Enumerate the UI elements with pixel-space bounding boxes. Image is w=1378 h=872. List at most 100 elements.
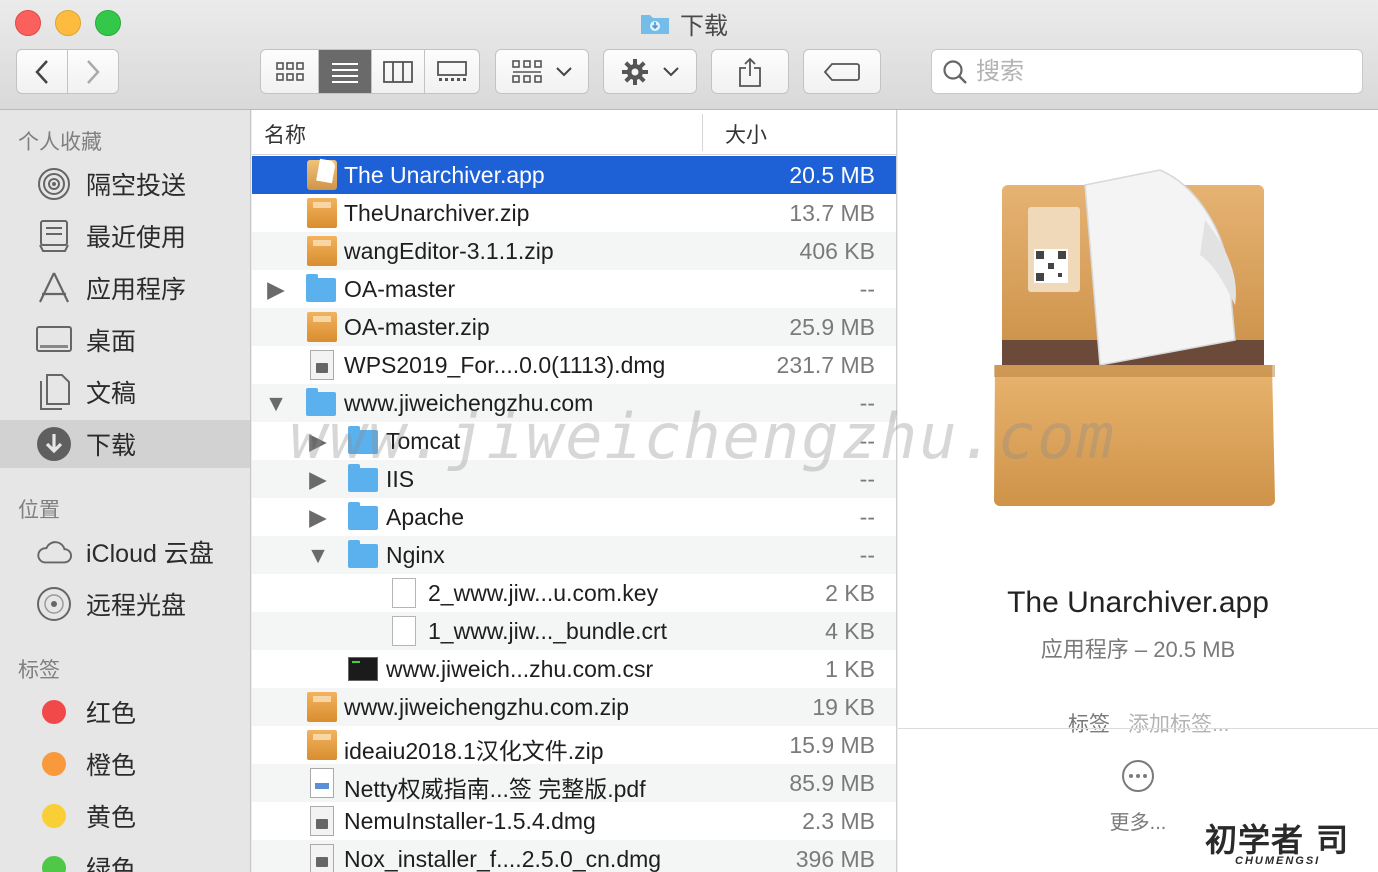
file-row[interactable]: www.jiweichengzhu.com.zip 19 KB	[252, 688, 896, 726]
file-size: 1 KB	[825, 656, 875, 682]
sidebar-tag-yellow[interactable]: 黄色	[0, 792, 250, 840]
file-size: --	[859, 542, 875, 568]
file-row[interactable]: NemuInstaller-1.5.4.dmg 2.3 MB	[252, 802, 896, 840]
disclosure-triangle-collapsed-icon[interactable]: ▶	[266, 276, 286, 302]
search-field[interactable]	[931, 49, 1363, 94]
file-row[interactable]: TheUnarchiver.zip 13.7 MB	[252, 194, 896, 232]
remote-disc-icon	[36, 586, 72, 622]
folder-row[interactable]: ▶ IIS --	[252, 460, 896, 498]
file-name: WPS2019_For....0.0(1113).dmg	[344, 352, 666, 378]
column-divider[interactable]	[702, 114, 703, 151]
search-input[interactable]	[976, 57, 1336, 86]
file-row[interactable]: wangEditor-3.1.1.zip 406 KB	[252, 232, 896, 270]
sidebar-item-label: 橙色	[86, 752, 137, 780]
file-name: ideaiu2018.1汉化文件.zip	[344, 738, 604, 764]
toolbar: 下载	[0, 0, 1378, 110]
sidebar-item-label: 隔空投送	[86, 172, 187, 200]
dmg-icon	[310, 350, 334, 380]
window-title-text: 下载	[680, 12, 728, 40]
file-size: 20.5 MB	[789, 162, 875, 188]
file-row[interactable]: Netty权威指南...签 完整版.pdf 85.9 MB	[252, 764, 896, 802]
add-tags-field[interactable]: 添加标签...	[1128, 708, 1230, 738]
file-size: --	[859, 428, 875, 454]
action-menu-button[interactable]	[603, 49, 697, 94]
app-icon	[307, 160, 337, 190]
document-icon	[392, 616, 416, 646]
file-row[interactable]: The Unarchiver.app 20.5 MB	[252, 156, 896, 194]
size-column-header[interactable]: 大小	[725, 119, 767, 149]
file-row[interactable]: OA-master.zip 25.9 MB	[252, 308, 896, 346]
edit-tags-button[interactable]	[803, 49, 881, 94]
disclosure-triangle-expanded-icon[interactable]: ▼	[265, 390, 288, 416]
sidebar-item-applications[interactable]: 应用程序	[0, 264, 250, 312]
file-name: 1_www.jiw..._bundle.crt	[428, 618, 668, 644]
sidebar-item-airdrop[interactable]: 隔空投送	[0, 160, 250, 208]
file-size: 231.7 MB	[776, 352, 875, 378]
green-tag-dot-icon	[42, 856, 66, 872]
file-row[interactable]: WPS2019_For....0.0(1113).dmg 231.7 MB	[252, 346, 896, 384]
group-by-button[interactable]	[495, 49, 589, 94]
file-name: www.jiweichengzhu.com.zip	[344, 694, 630, 720]
more-ellipsis-icon[interactable]	[1122, 760, 1154, 792]
applications-icon	[36, 270, 72, 306]
file-name: Nox_installer_f....2.5.0_cn.dmg	[344, 846, 662, 872]
disclosure-triangle-collapsed-icon[interactable]: ▶	[308, 428, 328, 454]
disclosure-triangle-expanded-icon[interactable]: ▼	[307, 542, 330, 568]
list-view-button[interactable]	[319, 50, 372, 93]
name-column-header[interactable]: 名称	[264, 119, 306, 149]
sidebar-item-recents[interactable]: 最近使用	[0, 212, 250, 260]
file-row[interactable]: 1_www.jiw..._bundle.crt 4 KB	[252, 612, 896, 650]
sidebar-item-label: 红色	[86, 700, 137, 728]
sidebar: 个人收藏 隔空投送 最近使用 应用程序 桌面 文稿 下载 位置 iCloud 云…	[0, 110, 251, 872]
file-name: OA-master.zip	[344, 314, 490, 340]
forward-button[interactable]	[68, 50, 119, 93]
minimize-window-button[interactable]	[55, 10, 81, 36]
file-row[interactable]: Nox_installer_f....2.5.0_cn.dmg 396 MB	[252, 840, 896, 872]
gallery-view-button[interactable]	[425, 50, 479, 93]
back-button[interactable]	[17, 50, 68, 93]
file-row[interactable]: 2_www.jiw...u.com.key 2 KB	[252, 574, 896, 612]
folder-row[interactable]: ▶ OA-master --	[252, 270, 896, 308]
sidebar-tag-orange[interactable]: 橙色	[0, 740, 250, 788]
sidebar-item-label: 应用程序	[86, 276, 187, 304]
folder-row[interactable]: ▶ Tomcat --	[252, 422, 896, 460]
share-icon	[739, 57, 761, 87]
window-title: 下载	[640, 8, 728, 40]
file-name: wangEditor-3.1.1.zip	[344, 238, 554, 264]
sidebar-tag-green[interactable]: 绿色	[0, 844, 250, 872]
sidebar-item-label: 黄色	[86, 804, 137, 832]
file-row[interactable]: www.jiweich...zhu.com.csr 1 KB	[252, 650, 896, 688]
sidebar-item-label: iCloud 云盘	[86, 540, 214, 568]
icon-view-button[interactable]	[261, 50, 319, 93]
disclosure-triangle-collapsed-icon[interactable]: ▶	[308, 466, 328, 492]
file-name: Netty权威指南...签 完整版.pdf	[344, 776, 646, 802]
folder-row[interactable]: ▼ www.jiweichengzhu.com --	[252, 384, 896, 422]
column-view-button[interactable]	[372, 50, 425, 93]
sidebar-item-desktop[interactable]: 桌面	[0, 316, 250, 364]
share-button[interactable]	[711, 49, 789, 94]
file-size: 13.7 MB	[789, 200, 875, 226]
sidebar-section-favorites: 个人收藏	[18, 131, 102, 154]
file-size: --	[859, 466, 875, 492]
folder-row[interactable]: ▼ Nginx --	[252, 536, 896, 574]
file-name: www.jiweichengzhu.com	[344, 390, 594, 416]
file-size: 85.9 MB	[789, 770, 875, 796]
close-window-button[interactable]	[15, 10, 41, 36]
yellow-tag-dot-icon	[42, 804, 66, 828]
disclosure-triangle-collapsed-icon[interactable]: ▶	[308, 504, 328, 530]
sidebar-item-downloads[interactable]: 下载	[0, 420, 250, 468]
sidebar-item-documents[interactable]: 文稿	[0, 368, 250, 416]
file-row[interactable]: ideaiu2018.1汉化文件.zip 15.9 MB	[252, 726, 896, 764]
pdf-icon	[310, 768, 334, 798]
downloads-folder-icon	[641, 15, 669, 34]
folder-row[interactable]: ▶ Apache --	[252, 498, 896, 536]
sidebar-item-icloud[interactable]: iCloud 云盘	[0, 528, 250, 576]
dmg-icon	[310, 806, 334, 836]
zip-icon	[307, 692, 337, 722]
sidebar-item-remote-disc[interactable]: 远程光盘	[0, 580, 250, 628]
file-size: 25.9 MB	[789, 314, 875, 340]
zoom-window-button[interactable]	[95, 10, 121, 36]
sidebar-tag-red[interactable]: 红色	[0, 688, 250, 736]
folder-icon	[348, 464, 378, 492]
document-icon	[392, 578, 416, 608]
